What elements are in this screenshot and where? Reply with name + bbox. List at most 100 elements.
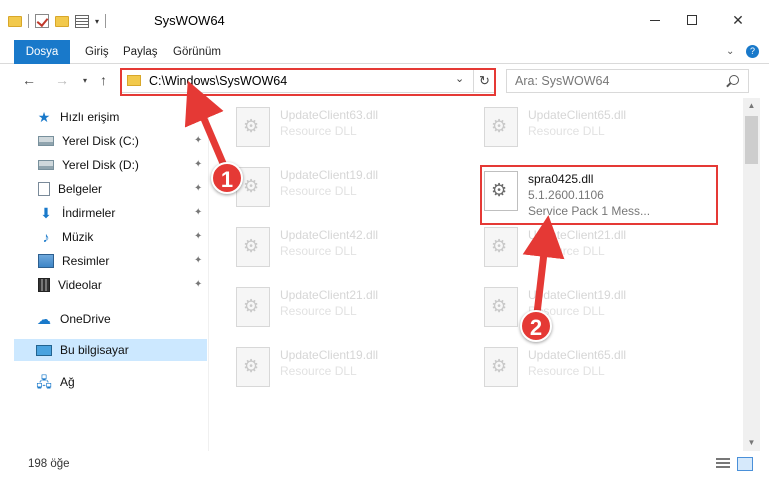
dll-file-icon: [484, 107, 518, 147]
list-item[interactable]: UpdateClient63.dll Resource DLL: [236, 104, 471, 154]
dll-file-icon: [236, 227, 270, 267]
address-highlight-box: [120, 68, 496, 96]
status-bar: 198 öğe: [0, 451, 769, 489]
close-button[interactable]: ✕: [715, 0, 761, 40]
dll-file-icon: [236, 347, 270, 387]
file-type: Resource DLL: [528, 124, 605, 138]
up-button[interactable]: ↑: [100, 72, 107, 88]
file-name: UpdateClient19.dll: [280, 168, 379, 182]
toolbar-separator: [28, 14, 29, 28]
list-item[interactable]: UpdateClient19.dll Resource DLL: [236, 344, 471, 394]
list-item[interactable]: UpdateClient65.dll Resource DLL: [484, 104, 719, 154]
sidebar-item-label: Müzik: [62, 230, 94, 244]
file-name: UpdateClient19.dll: [280, 348, 379, 362]
sidebar-item-label: Bu bilgisayar: [60, 343, 129, 357]
music-icon: ♪: [42, 229, 50, 245]
close-icon: ✕: [732, 11, 744, 28]
download-icon: ⬇: [40, 205, 52, 221]
folder-icon: [8, 15, 22, 27]
properties-check-icon[interactable]: [35, 14, 49, 28]
file-name: UpdateClient65.dll: [528, 108, 627, 122]
dll-file-icon: [236, 287, 270, 327]
ribbon-tabs: Dosya Giriş Paylaş Görünüm ⌄ ?: [0, 40, 769, 64]
new-folder-icon[interactable]: [55, 15, 69, 27]
tab-share[interactable]: Paylaş: [123, 40, 158, 64]
file-type: Resource DLL: [528, 364, 605, 378]
vertical-scrollbar[interactable]: ▲ ▼: [743, 98, 760, 451]
pin-icon[interactable]: ✦: [194, 183, 202, 194]
sidebar-item-label: Ağ: [60, 375, 75, 389]
sidebar-item-label: İndirmeler: [62, 206, 116, 220]
dll-file-icon: [484, 347, 518, 387]
pin-icon[interactable]: ✦: [194, 279, 202, 290]
pin-icon[interactable]: ✦: [194, 159, 202, 170]
forward-button[interactable]: →: [55, 72, 69, 88]
file-list: UpdateClient63.dll Resource DLL UpdateCl…: [210, 98, 743, 451]
pin-icon[interactable]: ✦: [194, 231, 202, 242]
sidebar-item-music[interactable]: ♪ Müzik ✦: [14, 226, 207, 248]
list-item[interactable]: UpdateClient21.dll Resource DLL: [236, 284, 471, 334]
tab-file[interactable]: Dosya: [14, 40, 70, 64]
help-icon[interactable]: ?: [746, 45, 759, 58]
file-type: Resource DLL: [280, 124, 357, 138]
scroll-down-icon[interactable]: ▼: [743, 435, 760, 451]
drive-icon: [38, 160, 54, 170]
toolbar-separator: [105, 14, 107, 28]
pin-icon[interactable]: ✦: [194, 207, 202, 218]
sidebar-item-videos[interactable]: Videolar ✦: [14, 274, 207, 296]
sidebar-item-local-disk-c[interactable]: Yerel Disk (C:) ✦: [14, 130, 207, 152]
sidebar-item-label: Videolar: [58, 278, 102, 292]
pin-icon[interactable]: ✦: [194, 135, 202, 146]
back-button[interactable]: ←: [22, 72, 36, 88]
file-name: UpdateClient21.dll: [280, 288, 379, 302]
list-item[interactable]: UpdateClient21.dll Resource DLL: [484, 224, 719, 274]
recent-locations-button[interactable]: ▾: [83, 76, 87, 85]
search-placeholder: Ara: SysWOW64: [515, 74, 610, 88]
network-icon: 🖧: [36, 374, 52, 390]
sidebar-item-network[interactable]: 🖧 Ağ: [14, 371, 207, 393]
list-item[interactable]: UpdateClient19.dll Resource DLL: [236, 164, 471, 214]
sidebar-item-label: OneDrive: [60, 312, 111, 326]
sidebar-item-label: Yerel Disk (C:): [62, 134, 139, 148]
title-bar: ▾ SysWOW64 ✕: [0, 0, 769, 40]
scroll-up-icon[interactable]: ▲: [743, 98, 760, 114]
videos-icon: [38, 278, 50, 292]
details-view-icon[interactable]: [716, 458, 730, 470]
customize-toolbar-icon[interactable]: ▾: [95, 17, 99, 26]
search-icon: [729, 75, 739, 85]
quick-access-toolbar: ▾: [8, 13, 107, 29]
large-icons-view-icon[interactable]: [737, 457, 753, 471]
navigation-pane: ★ Hızlı erişim Yerel Disk (C:) ✦ Yerel D…: [0, 98, 209, 451]
tab-view[interactable]: Görünüm: [173, 40, 221, 64]
sidebar-item-label: Yerel Disk (D:): [62, 158, 139, 172]
file-name: UpdateClient65.dll: [528, 348, 627, 362]
star-icon: ★: [37, 109, 51, 125]
pin-icon[interactable]: ✦: [194, 255, 202, 266]
item-count: 198 öğe: [28, 458, 70, 470]
maximize-button[interactable]: [669, 0, 715, 40]
list-item[interactable]: UpdateClient65.dll Resource DLL: [484, 344, 719, 394]
sidebar-item-quick-access[interactable]: ★ Hızlı erişim: [14, 106, 207, 128]
sidebar-item-documents[interactable]: Belgeler ✦: [14, 178, 207, 200]
sidebar-item-downloads[interactable]: ⬇ İndirmeler ✦: [14, 202, 207, 224]
search-input[interactable]: Ara: SysWOW64: [506, 69, 749, 93]
sidebar-item-pictures[interactable]: Resimler ✦: [14, 250, 207, 272]
dll-file-icon: [236, 107, 270, 147]
expand-ribbon-icon[interactable]: ⌄: [726, 46, 734, 57]
step-1-badge: 1: [211, 162, 243, 194]
file-name: UpdateClient21.dll: [528, 228, 627, 242]
sidebar-item-onedrive[interactable]: ☁ OneDrive: [14, 308, 207, 330]
file-type: Resource DLL: [280, 184, 357, 198]
tab-home[interactable]: Giriş: [85, 40, 109, 64]
sidebar-item-local-disk-d[interactable]: Yerel Disk (D:) ✦: [14, 154, 207, 176]
sidebar-item-label: Resimler: [62, 254, 110, 268]
pictures-icon: [38, 254, 54, 268]
list-item[interactable]: UpdateClient42.dll Resource DLL: [236, 224, 471, 274]
sidebar-item-label: Hızlı erişim: [60, 110, 120, 124]
scroll-thumb[interactable]: [745, 116, 758, 164]
file-type: Resource DLL: [280, 364, 357, 378]
drive-icon: [38, 136, 54, 146]
sidebar-item-this-pc[interactable]: Bu bilgisayar: [14, 339, 207, 361]
computer-icon: [36, 344, 52, 356]
properties-icon[interactable]: [75, 14, 89, 28]
